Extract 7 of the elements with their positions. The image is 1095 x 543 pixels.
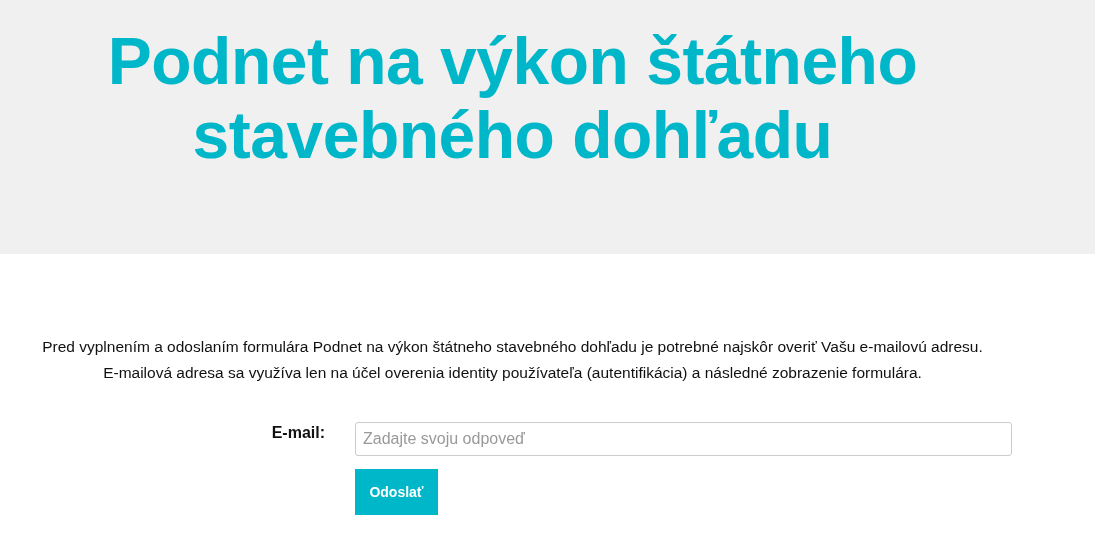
intro-text: E-mailová adresa sa využíva len na účel overenia identity používateľa (autentifikácia) a následné zobrazenie formulára. — [102, 363, 923, 383]
page-title: stavebného dohľadu — [192, 98, 833, 172]
submit-button[interactable]: Odoslať — [355, 469, 438, 515]
email-label: E-mail: — [270, 423, 325, 443]
email-field[interactable]: Zadajte svoju odpoveď — [355, 422, 1012, 456]
page-title: Podnet na výkon štátneho — [107, 24, 918, 98]
intro-text: Pred vyplnením a odoslaním formulára Podnet na výkon štátneho stavebného dohľadu je potrebné najskôr overiť Vašu e-mailovú adresu. — [41, 337, 984, 357]
